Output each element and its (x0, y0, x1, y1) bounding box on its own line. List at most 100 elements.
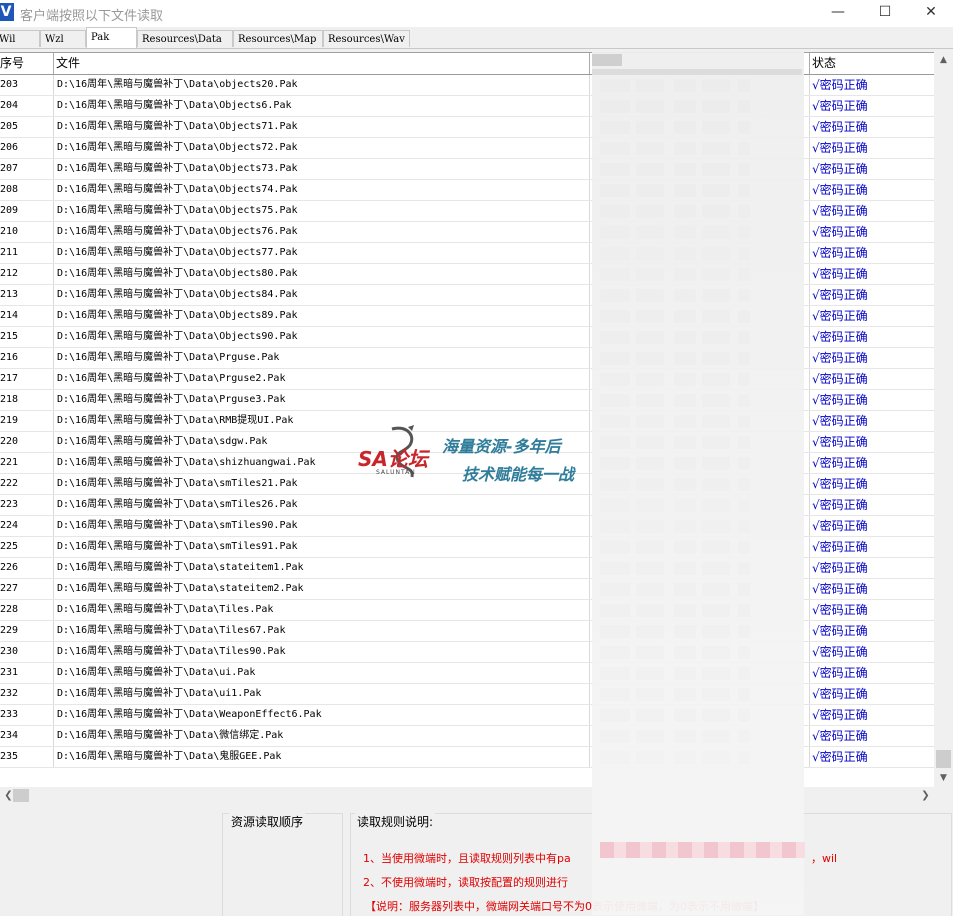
table-row[interactable]: 229 D:\16周年\黑暗与魔兽补丁\Data\Tiles67.Pak √密码正确 (0, 621, 934, 642)
redacted-block (674, 352, 696, 365)
column-header-password[interactable] (590, 53, 810, 74)
table-row[interactable]: 226 D:\16周年\黑暗与魔兽补丁\Data\stateitem1.Pak √密… (0, 558, 934, 579)
redacted-block (702, 583, 730, 596)
redacted-block (636, 247, 664, 260)
tab-wil[interactable]: Wil (0, 30, 40, 47)
row-index: 219 (0, 411, 54, 431)
scroll-up-icon[interactable]: ▲ (934, 52, 953, 69)
row-password-redacted (590, 495, 810, 515)
vertical-scroll-thumb[interactable] (936, 750, 951, 768)
horizontal-scrollbar[interactable]: ❮ ❯ (0, 787, 934, 804)
row-status: √密码正确 (812, 267, 868, 281)
table-row[interactable]: 220 D:\16周年\黑暗与魔兽补丁\Data\sdgw.Pak √密码正确 (0, 432, 934, 453)
resource-order-group[interactable]: 资源读取顺序 (222, 813, 343, 916)
row-file-path: D:\16周年\黑暗与魔兽补丁\Data\ui1.Pak (54, 684, 590, 704)
table-row[interactable]: 209 D:\16周年\黑暗与魔兽补丁\Data\Objects75.Pak √密码… (0, 201, 934, 222)
row-index: 216 (0, 348, 54, 368)
redacted-block (674, 394, 696, 407)
minimize-icon[interactable]: — (815, 0, 861, 27)
table-row[interactable]: 213 D:\16周年\黑暗与魔兽补丁\Data\Objects84.Pak √密码… (0, 285, 934, 306)
row-file-path: D:\16周年\黑暗与魔兽补丁\Data\objects20.Pak (54, 75, 590, 95)
table-row[interactable]: 227 D:\16周年\黑暗与魔兽补丁\Data\stateitem2.Pak √密… (0, 579, 934, 600)
table-row[interactable]: 221 D:\16周年\黑暗与魔兽补丁\Data\shizhuangwai.Pak… (0, 453, 934, 474)
redacted-block (674, 499, 696, 512)
table-row[interactable]: 210 D:\16周年\黑暗与魔兽补丁\Data\Objects76.Pak √密码… (0, 222, 934, 243)
tab-resources-data[interactable]: Resources\Data (137, 30, 233, 47)
tab-pak[interactable]: Pak (86, 27, 137, 48)
redacted-block (738, 667, 750, 680)
column-header-status[interactable]: 状态 (810, 53, 934, 74)
close-icon[interactable]: ✕ (908, 0, 953, 27)
table-row[interactable]: 208 D:\16周年\黑暗与魔兽补丁\Data\Objects74.Pak √密码… (0, 180, 934, 201)
redacted-block (600, 373, 630, 386)
row-index: 206 (0, 138, 54, 158)
redacted-block (738, 688, 750, 701)
table-row[interactable]: 215 D:\16周年\黑暗与魔兽补丁\Data\Objects90.Pak √密码… (0, 327, 934, 348)
table-row[interactable]: 204 D:\16周年\黑暗与魔兽补丁\Data\Objects6.Pak √密码正… (0, 96, 934, 117)
table-row[interactable]: 223 D:\16周年\黑暗与魔兽补丁\Data\smTiles26.Pak √密码… (0, 495, 934, 516)
scroll-right-icon[interactable]: ❯ (917, 787, 934, 804)
row-password-redacted (590, 285, 810, 305)
table-row[interactable]: 216 D:\16周年\黑暗与魔兽补丁\Data\Prguse.Pak √密码正确 (0, 348, 934, 369)
redacted-block (702, 436, 730, 449)
redacted-block (702, 499, 730, 512)
row-password-redacted (590, 306, 810, 326)
redacted-block (702, 562, 730, 575)
table-row[interactable]: 233 D:\16周年\黑暗与魔兽补丁\Data\WeaponEffect6.Pa… (0, 705, 934, 726)
table-row[interactable]: 219 D:\16周年\黑暗与魔兽补丁\Data\RMB提现UI.Pak √密码正确 (0, 411, 934, 432)
redacted-block (674, 331, 696, 344)
row-index: 222 (0, 474, 54, 494)
redacted-block (636, 499, 664, 512)
table-row[interactable]: 217 D:\16周年\黑暗与魔兽补丁\Data\Prguse2.Pak √密码正确 (0, 369, 934, 390)
redacted-block (738, 562, 750, 575)
row-file-path: D:\16周年\黑暗与魔兽补丁\Data\RMB提现UI.Pak (54, 411, 590, 431)
table-row[interactable]: 214 D:\16周年\黑暗与魔兽补丁\Data\Objects89.Pak √密码… (0, 306, 934, 327)
table-row[interactable]: 232 D:\16周年\黑暗与魔兽补丁\Data\ui1.Pak √密码正确 (0, 684, 934, 705)
row-index: 228 (0, 600, 54, 620)
redacted-block (702, 709, 730, 722)
row-password-redacted (590, 726, 810, 746)
table-row[interactable]: 206 D:\16周年\黑暗与魔兽补丁\Data\Objects72.Pak √密码… (0, 138, 934, 159)
redacted-block (636, 289, 664, 302)
tab-resources-wav[interactable]: Resources\Wav (323, 30, 410, 47)
table-row[interactable]: 224 D:\16周年\黑暗与魔兽补丁\Data\smTiles90.Pak √密码… (0, 516, 934, 537)
tab-wzl[interactable]: Wzl (40, 30, 86, 47)
table-row[interactable]: 211 D:\16周年\黑暗与魔兽补丁\Data\Objects77.Pak √密码… (0, 243, 934, 264)
row-status: √密码正确 (812, 120, 868, 134)
row-status: √密码正确 (812, 666, 868, 680)
row-file-path: D:\16周年\黑暗与魔兽补丁\Data\Objects71.Pak (54, 117, 590, 137)
redacted-block (702, 268, 730, 281)
file-grid[interactable]: 序号 文件 状态 203 D:\16周年\黑暗与魔兽补丁\Data\objects… (0, 52, 934, 788)
table-row[interactable]: 218 D:\16周年\黑暗与魔兽补丁\Data\Prguse3.Pak √密码正确 (0, 390, 934, 411)
table-row[interactable]: 230 D:\16周年\黑暗与魔兽补丁\Data\Tiles90.Pak √密码正确 (0, 642, 934, 663)
scroll-down-icon[interactable]: ▼ (934, 770, 953, 787)
table-row[interactable]: 231 D:\16周年\黑暗与魔兽补丁\Data\ui.Pak √密码正确 (0, 663, 934, 684)
redacted-block (702, 184, 730, 197)
table-row[interactable]: 203 D:\16周年\黑暗与魔兽补丁\Data\objects20.Pak √密码… (0, 75, 934, 96)
table-row[interactable]: 235 D:\16周年\黑暗与魔兽补丁\Data\鬼服GEE.Pak √密码正确 (0, 747, 934, 768)
row-file-path: D:\16周年\黑暗与魔兽补丁\Data\微信绑定.Pak (54, 726, 590, 746)
maximize-icon[interactable]: ☐ (862, 0, 908, 27)
column-header-index[interactable]: 序号 (0, 53, 54, 74)
table-row[interactable]: 225 D:\16周年\黑暗与魔兽补丁\Data\smTiles91.Pak √密码… (0, 537, 934, 558)
table-row[interactable]: 205 D:\16周年\黑暗与魔兽补丁\Data\Objects71.Pak √密码… (0, 117, 934, 138)
redacted-block (674, 205, 696, 218)
redacted-block (738, 310, 750, 323)
table-row[interactable]: 234 D:\16周年\黑暗与魔兽补丁\Data\微信绑定.Pak √密码正确 (0, 726, 934, 747)
table-row[interactable]: 207 D:\16周年\黑暗与魔兽补丁\Data\Objects73.Pak √密码… (0, 159, 934, 180)
table-row[interactable]: 228 D:\16周年\黑暗与魔兽补丁\Data\Tiles.Pak √密码正确 (0, 600, 934, 621)
horizontal-scroll-thumb[interactable] (13, 789, 29, 802)
redacted-block (600, 121, 630, 134)
table-row[interactable]: 222 D:\16周年\黑暗与魔兽补丁\Data\smTiles21.Pak √密码… (0, 474, 934, 495)
redacted-block (674, 184, 696, 197)
table-row[interactable]: 212 D:\16周年\黑暗与魔兽补丁\Data\Objects80.Pak √密码… (0, 264, 934, 285)
tab-resources-map[interactable]: Resources\Map (233, 30, 323, 47)
redacted-block (674, 163, 696, 176)
row-status: √密码正确 (812, 687, 868, 701)
vertical-scrollbar[interactable]: ▲ ▼ (934, 52, 953, 787)
column-header-file[interactable]: 文件 (54, 53, 590, 74)
redacted-block (738, 457, 750, 470)
grid-header: 序号 文件 状态 (0, 53, 934, 75)
redacted-block (674, 478, 696, 491)
redacted-block (600, 562, 630, 575)
